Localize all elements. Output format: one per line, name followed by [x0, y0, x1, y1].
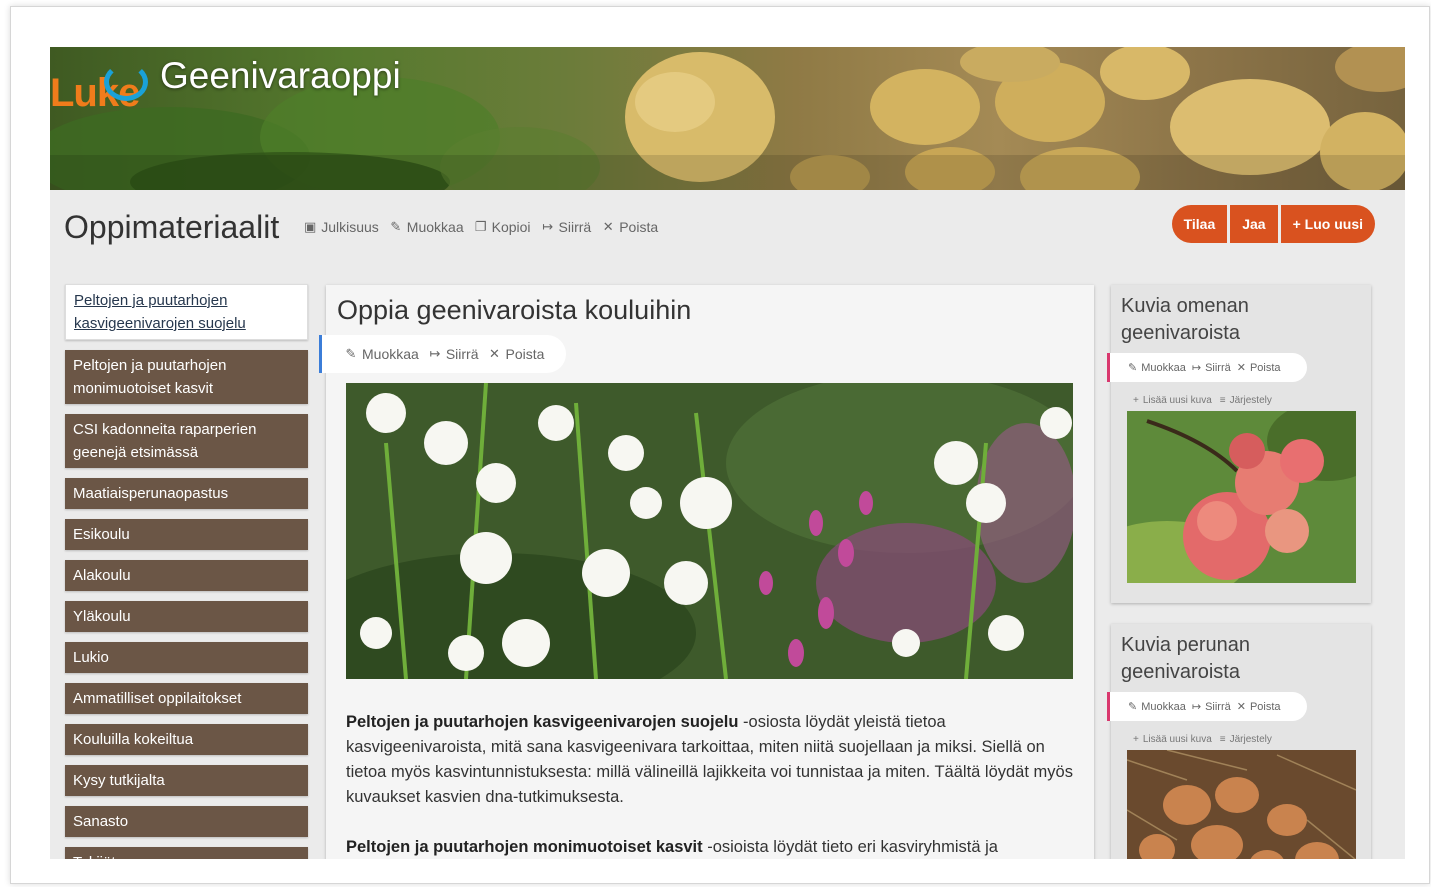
article-title: Oppia geenivaroista kouluihin [337, 295, 692, 325]
main-article: Oppia geenivaroista kouluihin ✎ Muokkaa … [319, 285, 1094, 859]
nav-item-sanasto[interactable]: Sanasto [65, 806, 308, 837]
card-subtoolbar: + Lisää uusi kuva ≡ Järjestely [1133, 734, 1272, 745]
list-icon: ≡ [1219, 395, 1226, 406]
sidebar-nav: Peltojen ja puutarhojen kasvigeenivaroje… [65, 284, 308, 859]
article-edit-button[interactable]: ✎ Muokkaa [344, 346, 419, 362]
plus-icon: + [1133, 734, 1139, 745]
close-icon: ✕ [489, 346, 500, 361]
plus-icon: + [1133, 395, 1139, 406]
article-delete-button[interactable]: ✕ Poista [487, 346, 544, 362]
lilies-photo [346, 383, 1073, 679]
nav-item-ylakoulu[interactable]: Yläkoulu [65, 601, 308, 632]
create-new-button[interactable]: + Luo uusi [1280, 205, 1375, 243]
card-subtoolbar: + Lisää uusi kuva ≡ Järjestely [1133, 395, 1272, 406]
paragraph-1-bold: Peltojen ja puutarhojen kasvigeenivaroje… [346, 713, 739, 731]
nav-item-kasvigeenivarojen-suojelu[interactable]: Peltojen ja puutarhojen kasvigeenivaroje… [65, 284, 308, 340]
title-row: Oppimateriaalit ▣ Julkisuus ✎ Muokkaa ❐ … [64, 207, 658, 247]
site-title[interactable]: Geenivaraoppi [160, 55, 401, 97]
article-paragraph-1: Peltojen ja puutarhojen kasvigeenivaroje… [346, 710, 1081, 810]
article-toolbar: ✎ Muokkaa ↦ Siirrä ✕ Poista [319, 335, 566, 373]
close-icon: ✕ [1236, 362, 1246, 374]
card-delete-button[interactable]: ✕ Poista [1236, 700, 1281, 714]
card-title: Kuvia perunan geenivaroista [1121, 634, 1250, 683]
close-icon: ✕ [1236, 701, 1246, 713]
apples-photo [1127, 411, 1356, 583]
nav-item-kysy-tutkijalta[interactable]: Kysy tutkijalta [65, 765, 308, 796]
move-icon: ↦ [1191, 701, 1202, 713]
header-banner: Luke Geenivaraoppi [50, 47, 1405, 190]
pencil-icon: ✎ [390, 219, 402, 234]
card-edit-button[interactable]: ✎ Muokkaa [1128, 361, 1186, 375]
subscribe-button[interactable]: Tilaa [1171, 205, 1228, 243]
logo-swirl-icon [104, 63, 148, 101]
list-icon: ≡ [1219, 734, 1226, 745]
move-button[interactable]: ↦ Siirrä [541, 219, 591, 235]
nav-item-kouluilla-kokeiltua[interactable]: Kouluilla kokeiltua [65, 724, 308, 755]
nav-item-lukio[interactable]: Lukio [65, 642, 308, 673]
copy-button[interactable]: ❐ Kopioi [474, 219, 531, 235]
article-move-button[interactable]: ↦ Siirrä [428, 346, 478, 362]
nav-item-esikoulu[interactable]: Esikoulu [65, 519, 308, 550]
paragraph-2-text: -osioista löydät tieto eri kasviryhmistä… [702, 838, 998, 856]
pencil-icon: ✎ [1128, 362, 1138, 374]
pencil-icon: ✎ [1128, 701, 1138, 713]
move-icon: ↦ [1191, 362, 1202, 374]
share-button[interactable]: Jaa [1230, 205, 1278, 243]
potato-images-card: Kuvia perunan geenivaroista ✎ Muokkaa ↦ Si… [1107, 624, 1371, 859]
edit-button[interactable]: ✎ Muokkaa [389, 219, 463, 235]
card-move-button[interactable]: ↦ Siirrä [1191, 361, 1231, 375]
action-buttons: Tilaa Jaa + Luo uusi [1171, 205, 1375, 243]
add-image-button[interactable]: + Lisää uusi kuva [1133, 734, 1212, 745]
copy-icon: ❐ [474, 219, 487, 234]
card-toolbar: ✎ Muokkaa ↦ Siirrä ✕ Poista [1107, 692, 1307, 721]
card-edit-button[interactable]: ✎ Muokkaa [1128, 700, 1186, 714]
browser-frame: Luke Geenivaraoppi Oppimateriaalit ▣ Jul… [10, 6, 1430, 884]
page: Luke Geenivaraoppi Oppimateriaalit ▣ Jul… [50, 47, 1405, 859]
paragraph-2-bold: Peltojen ja puutarhojen monimuotoiset ka… [346, 838, 703, 856]
article-body: Peltojen ja puutarhojen kasvigeenivaroje… [346, 710, 1081, 859]
potato-image[interactable] [1127, 750, 1356, 859]
luke-logo[interactable]: Luke [50, 63, 148, 116]
card-title: Kuvia omenan geenivaroista [1121, 295, 1249, 344]
nav-item-monimuotoiset-kasvit[interactable]: Peltojen ja puutarhojen monimuotoiset ka… [65, 350, 308, 404]
potatoes-photo [1127, 750, 1356, 859]
lock-icon: ▣ [304, 219, 317, 234]
card-move-button[interactable]: ↦ Siirrä [1191, 700, 1231, 714]
nav-item-ammatilliset[interactable]: Ammatilliset oppilaitokset [65, 683, 308, 714]
page-toolbar: ▣ Julkisuus ✎ Muokkaa ❐ Kopioi ↦ Siirrä … [303, 219, 658, 235]
move-icon: ↦ [542, 219, 553, 234]
arrange-button[interactable]: ≡ Järjestely [1220, 395, 1272, 406]
move-icon: ↦ [429, 346, 441, 361]
article-paragraph-2: Peltojen ja puutarhojen monimuotoiset ka… [346, 835, 1081, 859]
card-delete-button[interactable]: ✕ Poista [1236, 361, 1281, 375]
nav-item-maatiaisperuna[interactable]: Maatiaisperunaopastus [65, 478, 308, 509]
close-icon: ✕ [602, 219, 614, 234]
article-image [346, 383, 1073, 679]
nav-item-csi-raparperi[interactable]: CSI kadonneita raparperien geenejä etsim… [65, 414, 308, 468]
plus-icon: + [1292, 216, 1301, 232]
apple-images-card: Kuvia omenan geenivaroista ✎ Muokkaa ↦ Sii… [1107, 285, 1371, 603]
publicity-button[interactable]: ▣ Julkisuus [303, 219, 379, 235]
page-title: Oppimateriaalit [64, 208, 280, 245]
apple-image[interactable] [1127, 411, 1356, 583]
nav-item-tekijat[interactable]: Tekijät [65, 847, 308, 859]
add-image-button[interactable]: + Lisää uusi kuva [1133, 395, 1212, 406]
arrange-button[interactable]: ≡ Järjestely [1220, 734, 1272, 745]
nav-item-alakoulu[interactable]: Alakoulu [65, 560, 308, 591]
card-toolbar: ✎ Muokkaa ↦ Siirrä ✕ Poista [1107, 353, 1307, 382]
pencil-icon: ✎ [345, 346, 357, 361]
delete-button[interactable]: ✕ Poista [601, 219, 658, 235]
